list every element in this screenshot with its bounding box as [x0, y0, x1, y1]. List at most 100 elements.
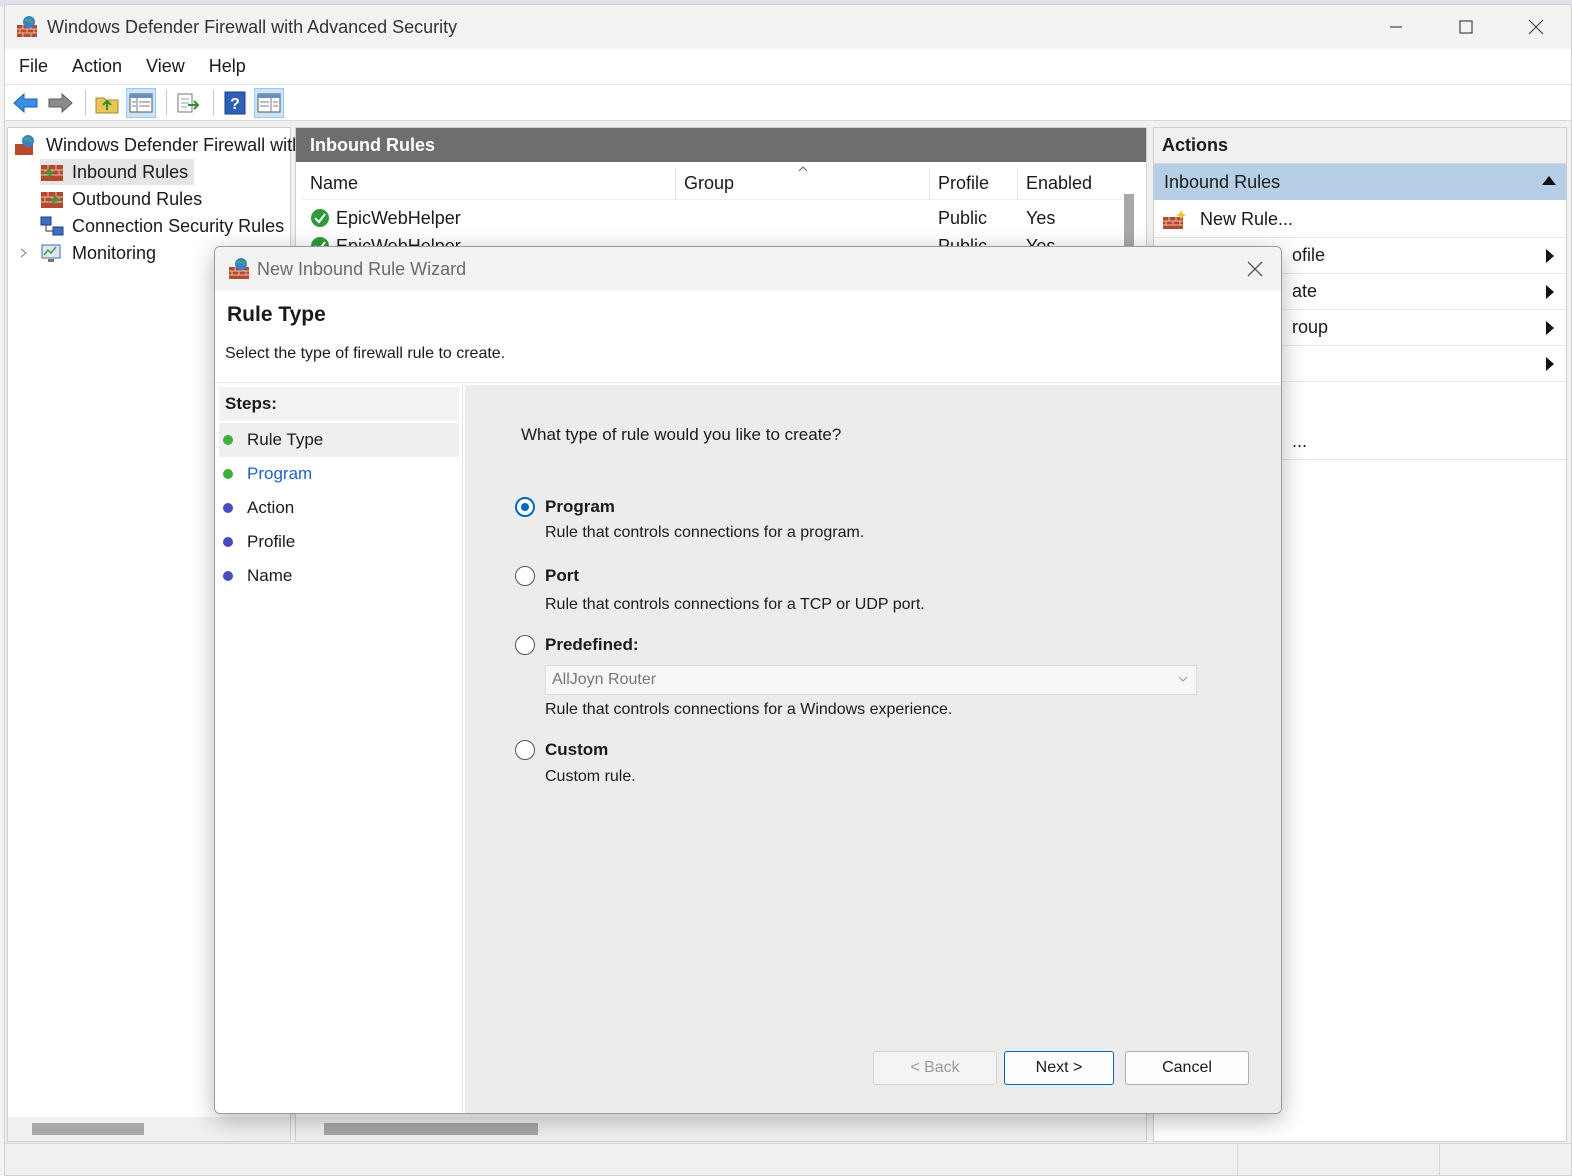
action-label: New Rule... — [1200, 209, 1294, 229]
action-pane-icon — [257, 93, 281, 112]
custom-radio[interactable] — [515, 740, 535, 760]
monitoring-icon — [41, 244, 61, 262]
firewall-app-icon — [17, 16, 37, 37]
column-header-profile[interactable]: Profile — [930, 167, 1018, 200]
step-label: Profile — [247, 532, 296, 551]
chevron-right-icon[interactable] — [18, 247, 30, 259]
step-label: Program — [247, 464, 313, 483]
actions-header: Actions — [1154, 128, 1566, 164]
tree-root[interactable]: Windows Defender Firewall with — [14, 132, 302, 158]
table-row[interactable]: EpicWebHelper Public Yes — [302, 204, 1122, 232]
connection-security-icon — [40, 216, 64, 236]
option-program[interactable]: Program — [515, 497, 615, 517]
collapse-triangle-icon[interactable] — [1542, 176, 1556, 185]
step-action: Action — [219, 491, 459, 525]
cancel-button[interactable]: Cancel — [1125, 1051, 1249, 1085]
column-header-enabled[interactable]: Enabled — [1018, 168, 1122, 200]
menu-action[interactable]: Action — [60, 56, 134, 77]
minimize-icon — [1390, 26, 1402, 28]
dialog-close-icon[interactable] — [1243, 257, 1267, 281]
up-folder-button[interactable] — [92, 88, 122, 118]
tree-item-label: Outbound Rules — [72, 188, 203, 209]
submenu-arrow-icon — [1546, 321, 1554, 335]
tree-item-outbound-rules[interactable]: Outbound Rules — [40, 186, 202, 212]
back-button[interactable]: < Back — [873, 1051, 997, 1085]
new-rule-icon — [1163, 209, 1186, 229]
export-list-button[interactable] — [173, 88, 203, 118]
option-description: Rule that controls connections for a TCP… — [545, 596, 925, 613]
option-label: Predefined: — [545, 635, 639, 654]
step-dot-icon — [223, 503, 233, 513]
firewall-globe-icon — [15, 135, 34, 155]
menu-bar: File Action View Help — [5, 49, 1571, 85]
tree-item-inbound-rules[interactable]: Inbound Rules — [40, 159, 195, 185]
step-rule-type: Rule Type — [219, 423, 459, 457]
step-program[interactable]: Program — [219, 457, 459, 491]
program-radio[interactable] — [515, 497, 535, 517]
maximize-icon — [1459, 20, 1473, 34]
tree-item-monitoring[interactable]: Monitoring — [18, 240, 156, 266]
wizard-page-title: Rule Type — [227, 303, 326, 326]
steps-header: Steps: — [219, 387, 459, 421]
back-button[interactable] — [11, 88, 41, 118]
predefined-rule-dropdown[interactable]: AllJoyn Router — [545, 665, 1197, 695]
option-custom[interactable]: Custom — [515, 740, 608, 760]
option-description: Rule that controls connections for a Win… — [545, 701, 953, 718]
back-arrow-icon — [13, 92, 38, 113]
forward-arrow-icon — [48, 92, 73, 113]
tree-item-connection-security-rules[interactable]: Connection Security Rules — [40, 213, 284, 239]
rule-enabled: Yes — [1026, 207, 1056, 228]
status-bar — [5, 1143, 1571, 1176]
option-port[interactable]: Port — [515, 566, 579, 586]
show-hide-tree-button[interactable] — [126, 87, 156, 118]
inbound-rules-icon — [41, 165, 63, 181]
option-label: Program — [545, 497, 615, 516]
next-button[interactable]: Next > — [1004, 1051, 1114, 1085]
action-label: roup — [1292, 317, 1329, 337]
list-vertical-scrollbar[interactable] — [1122, 188, 1136, 248]
help-button[interactable]: ? — [220, 88, 250, 118]
column-header-group[interactable]: Group — [676, 165, 930, 200]
wizard-content: What type of rule would you like to crea… — [465, 385, 1281, 1113]
step-dot-icon — [223, 537, 233, 547]
actions-section-inbound-rules[interactable]: Inbound Rules — [1154, 164, 1566, 200]
maximize-button[interactable] — [1431, 5, 1501, 49]
step-label: Action — [247, 498, 295, 517]
dialog-title-bar: New Inbound Rule Wizard — [215, 247, 1281, 291]
submenu-arrow-icon — [1546, 249, 1554, 263]
step-dot-icon — [223, 435, 233, 445]
option-label: Custom — [545, 740, 609, 759]
minimize-button[interactable] — [1361, 5, 1431, 49]
title-bar: Windows Defender Firewall with Advanced … — [5, 5, 1571, 49]
chevron-down-icon — [1178, 676, 1188, 682]
menu-view[interactable]: View — [134, 56, 197, 77]
close-icon — [1528, 19, 1544, 35]
step-dot-icon — [223, 469, 233, 479]
dialog-header: Rule Type Select the type of firewall ru… — [215, 291, 1281, 383]
step-dot-icon — [223, 571, 233, 581]
list-horizontal-scrollbar[interactable] — [296, 1117, 1146, 1141]
submenu-arrow-icon — [1546, 285, 1554, 299]
menu-help[interactable]: Help — [197, 56, 258, 77]
show-hide-action-pane-button[interactable] — [254, 87, 284, 118]
option-predefined[interactable]: Predefined: — [515, 635, 639, 655]
column-header-name[interactable]: Name — [302, 167, 676, 200]
close-button[interactable] — [1501, 5, 1571, 49]
list-header: Name Group Profile Enabled — [302, 165, 1122, 200]
action-new-rule[interactable]: New Rule... — [1154, 202, 1566, 238]
rule-type-question: What type of rule would you like to crea… — [521, 425, 842, 444]
tree-horizontal-scrollbar[interactable] — [8, 1117, 290, 1141]
port-radio[interactable] — [515, 566, 535, 586]
dropdown-value: AllJoyn Router — [552, 671, 657, 688]
actions-section-label: Inbound Rules — [1164, 171, 1281, 192]
forward-button[interactable] — [45, 88, 75, 118]
tree-item-label: Connection Security Rules — [72, 215, 285, 236]
menu-file[interactable]: File — [5, 56, 60, 77]
folder-up-icon — [95, 97, 119, 113]
wizard-steps: Steps: Rule Type Program Action Profile … — [215, 385, 463, 1113]
step-label: Rule Type — [247, 430, 324, 449]
tree-item-label: Inbound Rules — [72, 161, 189, 182]
svg-text:?: ? — [230, 96, 240, 113]
predefined-radio[interactable] — [515, 635, 535, 655]
sort-ascending-icon — [798, 165, 808, 171]
